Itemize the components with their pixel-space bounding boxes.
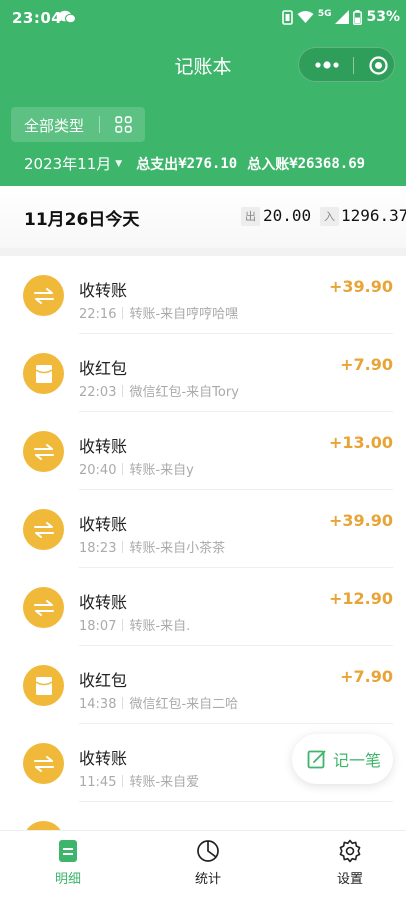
transaction-meta: 14:38 微信红包-来自二哈 — [79, 693, 238, 712]
transaction-amount: +7.90 — [340, 667, 393, 686]
transaction-row[interactable]: 收转账 22:16 转账-来自哼哼哈嘿 +39.90 — [0, 256, 406, 334]
status-time: 23:04 — [12, 9, 63, 27]
tab-settings[interactable]: 设置 — [310, 839, 390, 887]
tab-bar: 明细 统计 设置 — [0, 830, 406, 897]
transaction-title: 收转账 — [79, 593, 128, 612]
type-filter-divider — [99, 116, 100, 133]
transaction-time: 22:16 — [79, 307, 117, 322]
status-bar: 23:04 5G 53% — [0, 0, 406, 36]
transaction-desc: 微信红包-来自二哈 — [129, 697, 239, 712]
transaction-desc: 微信红包-来自Tory — [129, 385, 239, 400]
mini-program-capsule — [298, 47, 395, 82]
transaction-meta: 20:40 转账-来自y — [79, 459, 194, 478]
vibrate-icon — [282, 9, 293, 25]
transaction-desc: 转账-来自小茶茶 — [129, 541, 226, 556]
expense-label: 总支出 — [136, 156, 179, 173]
transaction-amount: +7.90 — [340, 355, 393, 374]
transaction-meta: 22:03 微信红包-来自Tory — [79, 381, 239, 400]
transaction-time: 18:07 — [79, 619, 117, 634]
detail-icon — [59, 840, 77, 862]
transaction-amount: +39.90 — [328, 511, 393, 530]
more-icon[interactable] — [313, 60, 341, 70]
transaction-title: 收转账 — [79, 437, 128, 456]
transfer-icon — [23, 509, 64, 550]
day-date: 11月26日今天 — [24, 210, 140, 230]
tab-detail-label: 明细 — [54, 872, 81, 887]
wifi-icon — [297, 11, 314, 23]
in-badge: 入 — [320, 207, 339, 226]
transfer-icon — [23, 431, 64, 472]
transaction-row[interactable]: 收红包 22:03 微信红包-来自Tory +7.90 — [0, 334, 406, 412]
tab-detail[interactable]: 明细 — [28, 839, 108, 887]
transaction-title: 收转账 — [79, 515, 128, 534]
network-label: 5G — [317, 9, 332, 19]
transaction-desc: 转账-来自. — [129, 619, 191, 634]
transaction-row[interactable]: 收红包 14:38 微信红包-来自二哈 +7.90 — [0, 646, 406, 724]
edit-icon — [307, 750, 326, 769]
transaction-desc: 转账-来自爱 — [129, 775, 200, 790]
income-total: ¥26368.69 — [289, 155, 366, 172]
grid-icon — [115, 116, 132, 133]
tab-stats-label: 统计 — [194, 872, 221, 887]
month-summary: 2023年11月 ▼ 总支出 ¥276.10 总入账 ¥26368.69 — [24, 153, 365, 174]
transaction-meta: 18:07 转账-来自. — [79, 615, 190, 634]
day-in-amount: 1296.37 — [341, 206, 406, 225]
transaction-meta: 11:45 转账-来自爱 — [79, 771, 199, 790]
transfer-icon — [23, 275, 64, 316]
month-selector[interactable]: 2023年11月 — [24, 153, 111, 174]
transaction-meta: 22:16 转账-来自哼哼哈嘿 — [79, 303, 238, 322]
capsule-divider — [353, 57, 354, 74]
signal-icon — [335, 10, 350, 24]
transaction-time: 11:45 — [79, 775, 117, 790]
transaction-title: 收转账 — [79, 749, 128, 768]
out-badge: 出 — [241, 207, 260, 226]
transaction-title: 收转账 — [79, 281, 128, 300]
transaction-title: 收红包 — [79, 359, 128, 378]
transaction-time: 20:40 — [79, 463, 117, 478]
transaction-row[interactable]: 收转账 20:40 转账-来自y +13.00 — [0, 412, 406, 490]
income-label: 总入账 — [247, 156, 290, 173]
transaction-time: 18:23 — [79, 541, 117, 556]
day-header: 11月26日今天 出 20.00 入 1296.37 — [0, 186, 406, 248]
close-target-icon[interactable] — [369, 56, 388, 75]
battery-percent: 53% — [366, 9, 400, 25]
transaction-row-partial[interactable] — [0, 802, 406, 830]
chevron-down-icon[interactable]: ▼ — [115, 159, 122, 169]
transaction-row[interactable]: 收转账 18:07 转账-来自. +12.90 — [0, 568, 406, 646]
transfer-icon — [23, 743, 64, 784]
red-packet-icon — [23, 665, 64, 706]
tab-settings-label: 设置 — [336, 872, 363, 887]
transaction-time: 14:38 — [79, 697, 117, 712]
type-filter-button[interactable]: 全部类型 — [11, 107, 145, 142]
transaction-desc: 转账-来自y — [129, 463, 194, 478]
transfer-icon — [23, 821, 64, 830]
transaction-amount: +12.90 — [328, 589, 393, 608]
add-record-button[interactable]: 记一笔 — [292, 734, 393, 784]
wechat-notification-icon — [58, 10, 76, 24]
transaction-title: 收红包 — [79, 671, 128, 690]
expense-total: ¥276.10 — [178, 155, 238, 172]
transaction-amount: +13.00 — [328, 433, 393, 452]
red-packet-icon — [23, 353, 64, 394]
transfer-icon — [23, 587, 64, 628]
add-record-label: 记一笔 — [333, 751, 382, 770]
status-indicators: 5G 53% — [282, 9, 400, 25]
transaction-desc: 转账-来自哼哼哈嘿 — [129, 307, 239, 322]
pie-chart-icon — [197, 840, 219, 862]
gear-icon — [339, 839, 361, 863]
battery-icon — [353, 9, 363, 25]
day-out-amount: 20.00 — [263, 206, 312, 225]
header: 23:04 5G 53% 记账本 全部类型 2023年11月 ▼ 总支出 ¥27… — [0, 0, 406, 186]
transaction-time: 22:03 — [79, 385, 117, 400]
transaction-amount: +39.90 — [328, 277, 393, 296]
tab-stats[interactable]: 统计 — [168, 839, 248, 887]
transaction-meta: 18:23 转账-来自小茶茶 — [79, 537, 225, 556]
type-filter-label: 全部类型 — [24, 117, 85, 135]
transaction-row[interactable]: 收转账 18:23 转账-来自小茶茶 +39.90 — [0, 490, 406, 568]
